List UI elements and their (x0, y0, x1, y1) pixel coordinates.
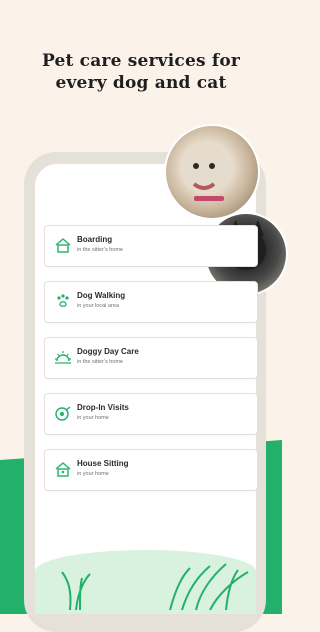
service-title: House Sitting (77, 459, 129, 468)
service-subtitle: in the sitter's home (77, 247, 123, 253)
service-title: Dog Walking (77, 291, 126, 300)
dog-photo (164, 124, 260, 220)
visit-icon (55, 406, 71, 421)
headline-line-2: every dog and cat (55, 73, 227, 93)
service-subtitle: in your home (77, 415, 109, 421)
service-card-dog-walking[interactable]: Dog Walking in your local area (44, 281, 258, 323)
headline-line-1: Pet care services for (41, 51, 241, 71)
grass-illustration-icon (61, 563, 249, 611)
service-subtitle: in your home (77, 471, 109, 477)
headline: Pet care services for every dog and cat (0, 50, 282, 94)
service-card-boarding[interactable]: Boarding in the sitter's home (44, 225, 258, 267)
service-title: Doggy Day Care (77, 347, 139, 356)
house-sitting-icon (55, 462, 71, 477)
service-card-drop-in-visits[interactable]: Drop-In Visits in your home (44, 393, 258, 435)
house-icon (55, 238, 71, 253)
service-title: Drop-In Visits (77, 403, 129, 412)
service-subtitle: in your local area (77, 303, 119, 309)
service-card-doggy-day-care[interactable]: Doggy Day Care in the sitter's home (44, 337, 258, 379)
sun-icon (55, 351, 71, 364)
service-card-house-sitting[interactable]: House Sitting in your home (44, 449, 258, 491)
service-title: Boarding (77, 235, 113, 244)
service-subtitle: in the sitter's home (77, 359, 123, 365)
paw-icon (57, 294, 69, 307)
